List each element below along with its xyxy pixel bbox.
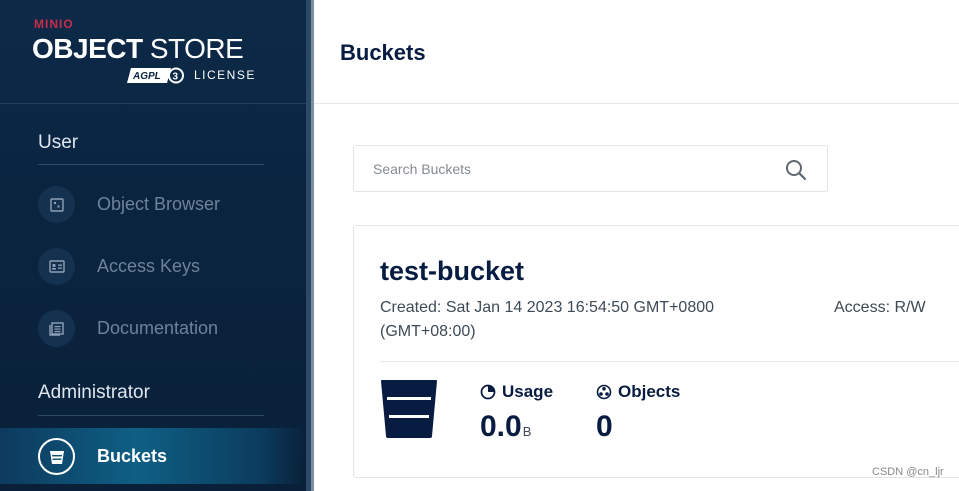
svg-text:3: 3 [173,72,179,83]
sidebar-item-label: Access Keys [97,256,201,276]
sidebar-item-label: Object Browser [97,194,221,214]
app-logo[interactable]: MINIO OBJECT STORE AGPL 3 LICENSE [32,14,272,94]
agpl-logo-icon: AGPL 3 [127,67,184,84]
search-input[interactable] [354,146,774,191]
access-keys-icon [38,248,75,285]
section-divider [38,415,264,416]
sidebar-item-buckets[interactable]: Buckets [0,428,306,484]
license-label: LICENSE [194,68,256,82]
bucket-created-date: Created: Sat Jan 14 2023 16:54:50 GMT+08… [380,299,715,340]
pie-chart-icon [480,384,496,400]
logo-divider [0,103,306,104]
sidebar-resize-handle[interactable] [306,0,314,491]
usage-unit: B [522,424,532,439]
object-browser-icon [38,186,75,223]
bucket-card[interactable]: test-bucket Created: Sat Jan 14 2023 16:… [353,225,959,478]
sidebar-item-object-browser[interactable]: Object Browser [0,176,306,232]
bucket-access: Access: R/W [834,299,926,316]
svg-text:AGPL: AGPL [132,71,161,82]
usage-stat: Usage 0.0B [480,381,553,444]
main-content: test-bucket Created: Sat Jan 14 2023 16:… [314,105,959,491]
sidebar-item-label: Documentation [97,318,219,338]
app-title: OBJECT STORE [32,33,244,64]
page-title: Buckets [340,40,426,65]
watermark: CSDN @cn_ljr [872,466,944,478]
card-divider [380,361,959,362]
brand-name: MINIO [34,17,74,31]
sidebar-item-label: Buckets [97,446,168,466]
section-title-user: User [38,132,79,153]
usage-value: 0.0B [480,410,532,443]
sidebar: MINIO OBJECT STORE AGPL 3 LICENSE User O… [0,0,306,491]
objects-label: Objects [618,382,681,401]
sidebar-item-access-keys[interactable]: Access Keys [0,238,306,294]
bucket-name[interactable]: test-bucket [380,256,524,287]
documentation-icon [38,310,75,347]
bucket-icon [381,380,437,438]
bucket-icon [38,438,75,475]
section-divider [38,164,264,165]
objects-icon [596,384,612,400]
objects-stat: Objects 0 [596,381,680,444]
usage-label: Usage [502,382,554,401]
objects-value: 0 [596,410,613,443]
search-icon[interactable] [784,158,808,182]
sidebar-item-documentation[interactable]: Documentation [0,300,306,356]
section-title-administrator: Administrator [38,382,150,403]
search-box[interactable] [353,145,828,192]
page-header: Buckets [314,0,959,104]
